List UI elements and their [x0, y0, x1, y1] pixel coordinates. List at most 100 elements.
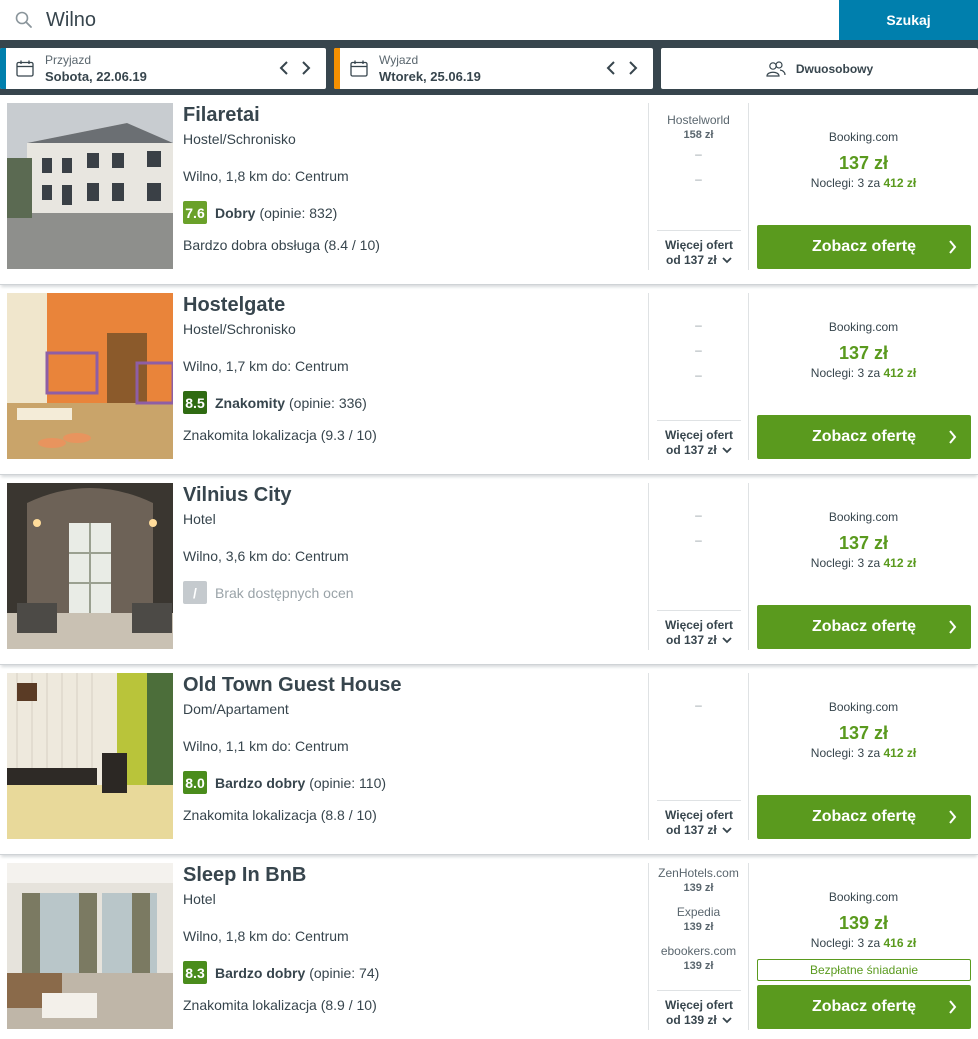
- view-offer-label: Zobacz ofertę: [811, 808, 916, 825]
- deal-provider: Booking.com: [828, 130, 899, 144]
- more-offers-label: Więcej ofert: [665, 998, 733, 1012]
- alt-provider: Expedia: [676, 905, 721, 919]
- more-offers-button[interactable]: Więcej ofert od 139 zł: [657, 990, 741, 1030]
- chevron-right-icon[interactable]: [627, 59, 639, 77]
- alternative-offers: – –: [649, 483, 748, 610]
- checkin-arrows: [278, 59, 312, 77]
- rating-row: 8.0 Bardzo dobry (opinie: 110): [183, 771, 386, 794]
- hotel-result: Filaretai Hostel/Schronisko Wilno, 1,8 k…: [0, 95, 978, 285]
- hotel-location: Wilno, 1,8 km do: Centrum: [183, 168, 349, 184]
- rating-label: Znakomity: [215, 394, 286, 411]
- chevron-down-icon: [722, 447, 732, 454]
- chevron-right-icon[interactable]: [300, 59, 312, 77]
- view-offer-label: Zobacz ofertę: [811, 428, 916, 445]
- hotel-photo[interactable]: [7, 863, 173, 1029]
- hotel-photo[interactable]: [7, 103, 173, 269]
- more-offers-label: Więcej ofert: [665, 808, 733, 822]
- view-offer-button[interactable]: Zobacz ofertę: [757, 985, 971, 1029]
- deal-price: 137 zł: [838, 153, 889, 173]
- checkout-picker[interactable]: Wyjazd Wtorek, 25.06.19: [334, 48, 653, 89]
- alt-provider: ebookers.com: [660, 944, 737, 958]
- view-offer-button[interactable]: Zobacz ofertę: [757, 415, 971, 459]
- hotel-name[interactable]: Sleep In BnB: [183, 864, 306, 887]
- rating-row: 8.3 Bardzo dobry (opinie: 74): [183, 961, 379, 984]
- deal-nights-total: Noclegi: 3 za 412 zł: [810, 556, 917, 570]
- hotel-name[interactable]: Filaretai: [183, 104, 260, 127]
- deal-nights-total: Noclegi: 3 za 412 zł: [810, 746, 917, 760]
- chevron-down-icon: [722, 1017, 732, 1024]
- alt-provider: Hostelworld: [667, 113, 730, 127]
- deal-provider: Booking.com: [828, 320, 899, 334]
- alternative-offer[interactable]: ZenHotels.com 139 zł: [649, 866, 748, 895]
- checkin-value: Sobota, 22.06.19: [45, 69, 147, 84]
- review-highlight: Bardzo dobra obsługa (8.4 / 10): [183, 237, 380, 253]
- more-offers-button[interactable]: Więcej ofert od 137 zł: [657, 230, 741, 270]
- hotel-name[interactable]: Vilnius City: [183, 484, 292, 507]
- checkout-value: Wtorek, 25.06.19: [379, 69, 481, 84]
- free-breakfast-badge: Bezpłatne śniadanie: [757, 959, 971, 981]
- hotel-type: Hostel/Schronisko: [183, 321, 296, 337]
- hotel-result: Vilnius City Hotel Wilno, 3,6 km do: Cen…: [0, 475, 978, 665]
- search-button[interactable]: Szukaj: [839, 0, 978, 40]
- hotel-photo[interactable]: [7, 293, 173, 459]
- deal-price: 139 zł: [838, 913, 889, 933]
- best-deal: Booking.com 137 zł Noclegi: 3 za 412 zł …: [749, 293, 978, 460]
- checkin-picker[interactable]: Przyjazd Sobota, 22.06.19: [0, 48, 326, 89]
- view-offer-button[interactable]: Zobacz ofertę: [757, 225, 971, 269]
- room-type-selector[interactable]: Dwuosobowy: [661, 48, 978, 89]
- chevron-left-icon[interactable]: [605, 59, 617, 77]
- rating-score-badge: 8.5: [183, 391, 207, 414]
- search-icon: [15, 11, 32, 28]
- rating-row: 7.6 Dobry (opinie: 832): [183, 201, 337, 224]
- checkin-label: Przyjazd: [45, 53, 92, 67]
- rating-row: 8.5 Znakomity (opinie: 336): [183, 391, 367, 414]
- hotel-type: Hotel: [183, 891, 216, 907]
- view-offer-label: Zobacz ofertę: [811, 998, 916, 1015]
- best-deal: Booking.com 139 zł Noclegi: 3 za 416 zł …: [749, 863, 978, 1030]
- no-offer-placeholder: –: [695, 318, 702, 332]
- no-offer-placeholder: –: [695, 147, 702, 161]
- deal-price: 137 zł: [838, 723, 889, 743]
- alternative-offer[interactable]: Expedia 139 zł: [649, 905, 748, 934]
- review-highlight: Znakomita lokalizacja (8.9 / 10): [183, 997, 377, 1013]
- more-offers-button[interactable]: Więcej ofert od 137 zł: [657, 420, 741, 460]
- view-offer-button[interactable]: Zobacz ofertę: [757, 795, 971, 839]
- search-input[interactable]: [46, 4, 826, 36]
- chevron-right-icon: [949, 620, 957, 634]
- hotel-photo[interactable]: [7, 483, 173, 649]
- hotel-photo[interactable]: [7, 673, 173, 839]
- deal-provider: Booking.com: [828, 890, 899, 904]
- rating-label: Bardzo dobry: [215, 964, 306, 981]
- chevron-right-icon: [949, 810, 957, 824]
- alternative-offer[interactable]: Hostelworld 158 zł: [649, 113, 748, 142]
- review-highlight: Znakomita lokalizacja (9.3 / 10): [183, 427, 377, 443]
- hotel-result: Hostelgate Hostel/Schronisko Wilno, 1,7 …: [0, 285, 978, 475]
- rating-row: / Brak dostępnych ocen: [183, 581, 354, 604]
- hotel-result: Old Town Guest House Dom/Apartament Wiln…: [0, 665, 978, 855]
- hotel-location: Wilno, 1,7 km do: Centrum: [183, 358, 349, 374]
- chevron-left-icon[interactable]: [278, 59, 290, 77]
- hotel-location: Wilno, 3,6 km do: Centrum: [183, 548, 349, 564]
- deal-provider: Booking.com: [828, 510, 899, 524]
- no-offer-placeholder: –: [695, 508, 702, 522]
- rating-score-badge: 7.6: [183, 201, 207, 224]
- chevron-right-icon: [949, 1000, 957, 1014]
- hotel-name[interactable]: Old Town Guest House: [183, 674, 402, 697]
- more-offers-button[interactable]: Więcej ofert od 137 zł: [657, 610, 741, 650]
- alternative-offer[interactable]: ebookers.com 139 zł: [649, 944, 748, 973]
- view-offer-button[interactable]: Zobacz ofertę: [757, 605, 971, 649]
- hotel-result: Sleep In BnB Hotel Wilno, 1,8 km do: Cen…: [0, 855, 978, 1039]
- checkout-arrows: [605, 59, 639, 77]
- rating-count: Brak dostępnych ocen: [215, 584, 354, 601]
- deal-provider: Booking.com: [828, 700, 899, 714]
- alt-provider: ZenHotels.com: [658, 866, 739, 880]
- review-highlight: Znakomita lokalizacja (8.8 / 10): [183, 807, 377, 823]
- alt-price: 139 zł: [683, 921, 714, 933]
- hotel-name[interactable]: Hostelgate: [183, 294, 285, 317]
- more-offers-button[interactable]: Więcej ofert od 137 zł: [657, 800, 741, 840]
- deal-nights-total: Noclegi: 3 za 416 zł: [810, 936, 917, 950]
- checkout-label: Wyjazd: [379, 53, 419, 67]
- calendar-icon: [350, 60, 368, 77]
- chevron-down-icon: [722, 827, 732, 834]
- no-offer-placeholder: –: [695, 343, 702, 357]
